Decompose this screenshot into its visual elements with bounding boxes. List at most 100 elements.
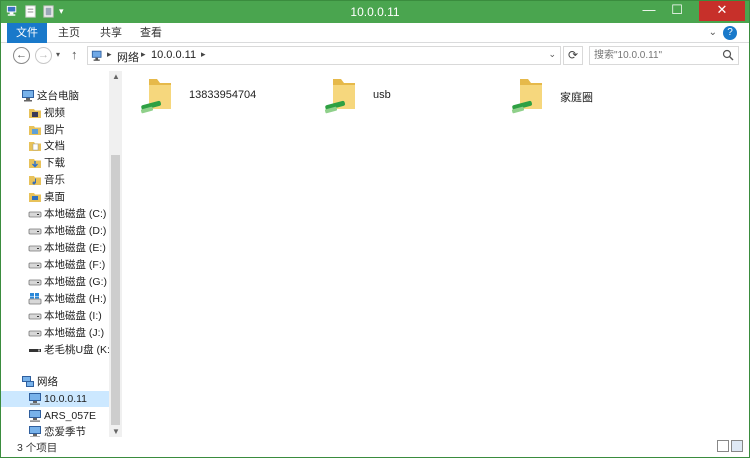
nav-label: 本地磁盘 (E:) xyxy=(44,242,106,254)
shared-folder-icon xyxy=(511,79,542,114)
tab-share[interactable]: 共享 xyxy=(93,23,129,43)
network-computer-icon xyxy=(91,50,102,61)
scroll-thumb[interactable] xyxy=(111,155,120,425)
nav-label: 文档 xyxy=(44,140,65,152)
breadcrumb-separator[interactable]: ▸ xyxy=(107,49,112,60)
nav-item-music[interactable]: 音乐 xyxy=(1,172,109,188)
back-button[interactable]: ← xyxy=(13,47,30,64)
desktop-folder-icon xyxy=(29,193,41,202)
nav-label: 本地磁盘 (H:) xyxy=(44,293,107,305)
nav-label: 下载 xyxy=(44,157,65,169)
ribbon-tabs: 文件 主页 共享 查看 ⌄ ? xyxy=(1,23,749,43)
forward-button[interactable]: → xyxy=(35,47,52,64)
nav-label: 10.0.0.11 xyxy=(44,393,88,405)
windows-drive-icon xyxy=(28,293,42,305)
help-icon[interactable]: ? xyxy=(723,26,737,40)
expand-ribbon-icon[interactable]: ⌄ xyxy=(709,27,717,38)
drive-icon xyxy=(28,279,42,286)
network-computer-icon xyxy=(29,410,41,422)
navigation-pane: 这台电脑 视频 图片 文档 下载 音乐 桌面 本地磁盘 (C:) 本地磁盘 (D… xyxy=(1,71,123,438)
nav-item-drive-g[interactable]: 本地磁盘 (G:) xyxy=(1,274,109,290)
drive-icon xyxy=(28,330,42,337)
drive-icon xyxy=(28,262,42,269)
nav-label: 本地磁盘 (J:) xyxy=(44,327,105,339)
address-row: ← → ▾ ↑ ▸ 网络 ▸ 10.0.0.11 ▸ ⌄ ⟳ xyxy=(1,43,749,69)
nav-label: 视频 xyxy=(44,107,65,119)
nav-label: 网络 xyxy=(37,376,58,388)
nav-item-drive-h[interactable]: 本地磁盘 (H:) xyxy=(1,291,109,307)
drive-icon xyxy=(28,211,42,218)
tab-view[interactable]: 查看 xyxy=(133,23,169,43)
usb-drive-icon xyxy=(29,349,41,352)
breadcrumb-network[interactable]: 网络 xyxy=(117,49,139,65)
file-name: usb xyxy=(373,89,391,101)
tab-file[interactable]: 文件 xyxy=(7,23,47,43)
nav-item-desktop[interactable]: 桌面 xyxy=(1,189,109,205)
up-button[interactable]: ↑ xyxy=(71,47,78,62)
file-item[interactable]: usb xyxy=(323,75,443,115)
nav-label: 本地磁盘 (G:) xyxy=(44,276,107,288)
large-icons-view-button[interactable] xyxy=(731,440,743,452)
file-item[interactable]: 家庭圈 xyxy=(510,75,630,115)
pictures-folder-icon xyxy=(29,126,41,135)
file-name: 13833954704 xyxy=(189,89,257,101)
scroll-down-icon[interactable]: ▼ xyxy=(112,427,120,436)
address-history-icon[interactable]: ⌄ xyxy=(548,49,556,60)
nav-item-videos[interactable]: 视频 xyxy=(1,105,109,121)
maximize-button[interactable]: ☐ xyxy=(663,1,691,21)
address-bar[interactable]: ▸ 网络 ▸ 10.0.0.11 ▸ ⌄ xyxy=(87,46,561,65)
nav-label: 这台电脑 xyxy=(37,90,79,102)
explorer-window: ▾ 10.0.0.11 — ☐ ✕ 文件 主页 共享 查看 ⌄ ? ← → ▾ … xyxy=(0,0,750,458)
shared-folder-icon xyxy=(140,79,171,114)
breadcrumb-host[interactable]: 10.0.0.11 xyxy=(151,49,196,61)
computer-icon xyxy=(22,90,34,102)
nav-label: 本地磁盘 (F:) xyxy=(44,259,106,271)
nav-item-this-pc[interactable]: 这台电脑 xyxy=(1,88,109,104)
nav-item-drive-j[interactable]: 本地磁盘 (J:) xyxy=(1,325,109,341)
nav-label: 音乐 xyxy=(44,174,65,186)
breadcrumb-separator[interactable]: ▸ xyxy=(141,49,146,60)
file-item[interactable]: 13833954704 xyxy=(139,75,289,115)
status-bar: 3 个项目 xyxy=(1,437,749,457)
downloads-folder-icon xyxy=(29,159,41,168)
documents-folder-icon xyxy=(29,142,41,151)
drive-icon xyxy=(28,228,42,235)
nav-item-network[interactable]: 网络 xyxy=(1,374,109,390)
network-computer-icon xyxy=(29,393,41,405)
drive-icon xyxy=(28,313,42,320)
scroll-up-icon[interactable]: ▲ xyxy=(112,72,120,81)
search-input[interactable] xyxy=(594,48,718,63)
search-box[interactable] xyxy=(589,46,739,65)
file-name: 家庭圈 xyxy=(560,92,593,104)
close-button[interactable]: ✕ xyxy=(699,1,745,21)
nav-item-host-selected[interactable]: 10.0.0.11 xyxy=(1,391,109,407)
search-icon[interactable] xyxy=(722,49,734,61)
drive-icon xyxy=(28,245,42,252)
nav-item-drive-e[interactable]: 本地磁盘 (E:) xyxy=(1,240,109,256)
nav-item-downloads[interactable]: 下载 xyxy=(1,155,109,171)
title-bar: ▾ 10.0.0.11 — ☐ ✕ xyxy=(1,1,749,23)
nav-item-documents[interactable]: 文档 xyxy=(1,138,109,154)
nav-scrollbar[interactable]: ▲ ▼ xyxy=(109,71,122,437)
minimize-button[interactable]: — xyxy=(635,1,663,21)
shared-folder-icon xyxy=(324,79,355,114)
details-view-button[interactable] xyxy=(717,440,729,452)
tab-home[interactable]: 主页 xyxy=(51,23,87,43)
breadcrumb-separator[interactable]: ▸ xyxy=(201,49,206,60)
network-icon xyxy=(22,376,34,387)
file-list: 13833954704 usb 家庭圈 xyxy=(125,71,749,437)
nav-label: 老毛桃U盘 (K:) xyxy=(44,344,114,356)
item-count: 3 个项目 xyxy=(17,442,58,454)
nav-item-pictures[interactable]: 图片 xyxy=(1,122,109,138)
nav-label: 本地磁盘 (C:) xyxy=(44,208,107,220)
nav-item-drive-k[interactable]: 老毛桃U盘 (K:) xyxy=(1,342,113,358)
recent-locations-icon[interactable]: ▾ xyxy=(56,50,60,59)
nav-label: 桌面 xyxy=(44,191,65,203)
nav-item-drive-c[interactable]: 本地磁盘 (C:) xyxy=(1,206,109,222)
nav-item-drive-f[interactable]: 本地磁盘 (F:) xyxy=(1,257,109,273)
nav-label: ARS_057E xyxy=(44,410,96,422)
nav-item-ars-057e[interactable]: ARS_057E xyxy=(1,408,109,424)
nav-item-drive-d[interactable]: 本地磁盘 (D:) xyxy=(1,223,109,239)
refresh-button[interactable]: ⟳ xyxy=(563,46,583,65)
nav-item-drive-i[interactable]: 本地磁盘 (I:) xyxy=(1,308,109,324)
